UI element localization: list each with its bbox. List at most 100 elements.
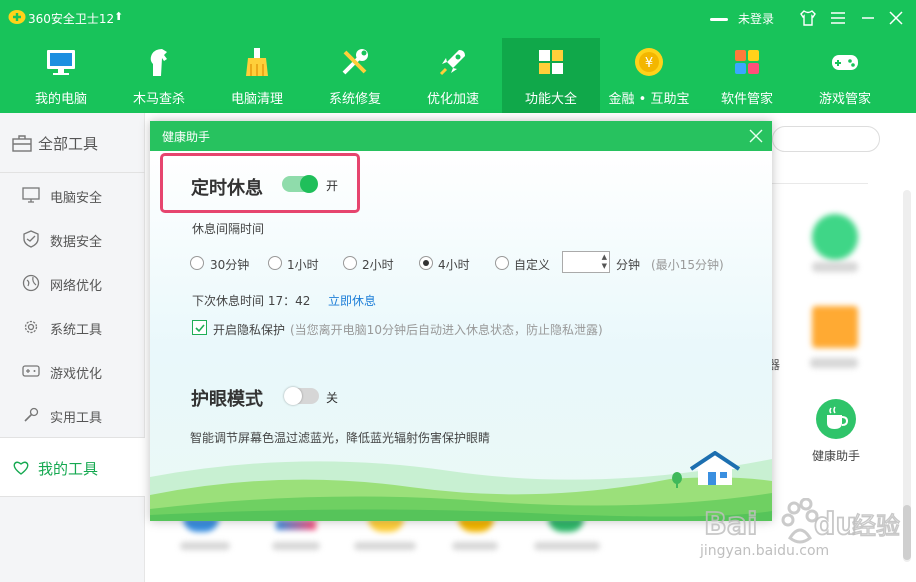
skin-shirt-icon[interactable] (796, 6, 820, 30)
rest-now-link[interactable]: 立即休息 (328, 292, 376, 309)
sidebar-item-system-tools[interactable]: 系统工具 (0, 305, 145, 349)
tree-icon (672, 472, 682, 488)
radio-1hour-label[interactable]: 1小时 (287, 256, 319, 273)
health-assistant-tool[interactable]: 健康助手 (800, 396, 872, 466)
sidebar-item-pc-security[interactable]: 电脑安全 (0, 173, 145, 217)
blurred-tool-icon[interactable] (812, 306, 858, 348)
privacy-hint: (当您离开电脑10分钟后自动进入休息状态，防止隐私泄露) (290, 323, 603, 337)
stepper-arrows-icon[interactable]: ▲ ▼ (602, 253, 607, 271)
search-input[interactable] (772, 126, 880, 152)
radio-4hour[interactable] (419, 256, 433, 270)
nav-software-manager[interactable]: 软件管家 (698, 38, 796, 113)
rocket-icon (439, 50, 465, 76)
highlight-annotation (160, 153, 360, 213)
interval-label: 休息间隔时间 (192, 222, 265, 236)
nav-game-manager[interactable]: 游戏管家 (796, 38, 894, 113)
login-area[interactable]: 未登录 (710, 10, 774, 27)
gamepad-icon (832, 55, 858, 70)
heart-icon (13, 461, 29, 475)
toolbox-icon (12, 135, 32, 152)
scrollbar-thumb[interactable] (903, 505, 911, 560)
dialog-close-icon[interactable] (744, 124, 768, 148)
globe-icon (22, 274, 40, 292)
eye-mode-description: 智能调节屏幕色温过滤蓝光，降低蓝光辐射伤害保护眼睛 (190, 431, 491, 445)
blurred-tool-label (452, 542, 498, 550)
coin-icon: ¥ (635, 48, 663, 76)
privacy-label[interactable]: 开启隐私保护 (213, 321, 285, 338)
main-nav: 我的电脑 木马查杀 电脑清理 系统修复 优化加速 功能大全 ¥ 金融 • 互助宝 (0, 38, 916, 113)
radio-4hour-label[interactable]: 4小时 (438, 256, 470, 273)
app-logo-icon (8, 10, 26, 24)
sidebar: 全部工具 电脑安全 数据安全 网络优化 系统工具 游戏优化 实用工具 我的工具 (0, 113, 145, 582)
radio-1hour[interactable] (268, 256, 282, 270)
next-rest-time: 下次休息时间 17：42 (192, 294, 311, 308)
broom-icon (246, 48, 268, 76)
user-bar-icon (710, 18, 728, 21)
radio-custom[interactable] (495, 256, 509, 270)
baidu-jingyan-watermark-logo: Bai du 经验 (703, 498, 901, 544)
eye-mode-state: 关 (326, 391, 339, 405)
app-title: 360安全卫士12 (28, 12, 115, 26)
radio-custom-label[interactable]: 自定义 (514, 256, 550, 273)
watermark-url: jingyan.baidu.com (700, 543, 830, 559)
nav-cleanup[interactable]: 电脑清理 (208, 38, 306, 113)
wrench-icon (24, 407, 39, 422)
gear-icon (24, 320, 38, 334)
apps-icon (735, 50, 759, 74)
checkmark-icon (195, 324, 205, 333)
horse-icon (150, 49, 167, 76)
eye-mode-toggle[interactable] (284, 387, 319, 405)
svg-text:经验: 经验 (852, 512, 900, 540)
sidebar-item-network[interactable]: 网络优化 (0, 261, 145, 305)
shield-icon (23, 230, 39, 248)
eye-mode-title: 护眼模式 (191, 389, 263, 410)
minimize-icon[interactable] (856, 6, 880, 30)
sidebar-item-utilities[interactable]: 实用工具 (0, 393, 145, 437)
nav-speedup[interactable]: 优化加速 (404, 38, 502, 113)
privacy-checkbox[interactable] (192, 320, 207, 335)
menu-icon[interactable] (826, 6, 850, 30)
app-header: 360安全卫士12 ⬆ 未登录 我的电脑 木马查杀 电脑清理 系统修复 优化加速… (0, 0, 916, 113)
house-icon (690, 451, 740, 485)
nav-all-features[interactable]: 功能大全 (502, 38, 600, 113)
radio-30min-label[interactable]: 30分钟 (210, 256, 249, 273)
nav-trojan-scan[interactable]: 木马查杀 (110, 38, 208, 113)
nav-finance[interactable]: ¥ 金融 • 互助宝 (600, 38, 698, 113)
login-label[interactable]: 未登录 (738, 12, 774, 26)
nav-system-repair[interactable]: 系统修复 (306, 38, 404, 113)
minutes-unit: 分钟 (616, 258, 641, 272)
minimum-hint: (最小15分钟) (651, 258, 724, 272)
blurred-tool-label (534, 542, 600, 550)
svg-text:du: du (814, 507, 857, 542)
blurred-tool-icon[interactable] (812, 214, 858, 260)
cup-icon (816, 399, 856, 439)
dialog-title-bar: 健康助手 (150, 121, 772, 151)
blurred-tool-icon[interactable] (276, 520, 316, 530)
blurred-tool-label (272, 542, 320, 550)
radio-2hour[interactable] (343, 256, 357, 270)
wrench-icon (342, 49, 368, 75)
upgrade-arrow-icon[interactable]: ⬆ (114, 10, 123, 23)
monitor-icon (47, 50, 75, 75)
blurred-tool-label (812, 262, 858, 272)
blurred-tool-label (810, 358, 858, 368)
sidebar-my-tools[interactable]: 我的工具 (0, 437, 145, 497)
title-bar: 360安全卫士12 ⬆ 未登录 (0, 0, 916, 36)
custom-minutes-stepper[interactable]: ▲ ▼ (562, 251, 610, 273)
svg-text:¥: ¥ (645, 56, 653, 71)
gamepad-icon (22, 365, 40, 377)
grid-icon (539, 50, 563, 74)
close-icon[interactable] (884, 6, 908, 30)
blurred-tool-label (354, 542, 416, 550)
monitor-icon (22, 187, 40, 203)
radio-2hour-label[interactable]: 2小时 (362, 256, 394, 273)
radio-30min[interactable] (190, 256, 204, 270)
blurred-tool-label (180, 542, 230, 550)
toggle-knob (284, 387, 302, 405)
sidebar-all-tools[interactable]: 全部工具 (0, 113, 145, 173)
svg-text:Bai: Bai (704, 507, 757, 542)
nav-my-computer[interactable]: 我的电脑 (12, 38, 110, 113)
dialog-title: 健康助手 (162, 130, 211, 144)
sidebar-item-game-optimize[interactable]: 游戏优化 (0, 349, 145, 393)
sidebar-item-data-security[interactable]: 数据安全 (0, 217, 145, 261)
